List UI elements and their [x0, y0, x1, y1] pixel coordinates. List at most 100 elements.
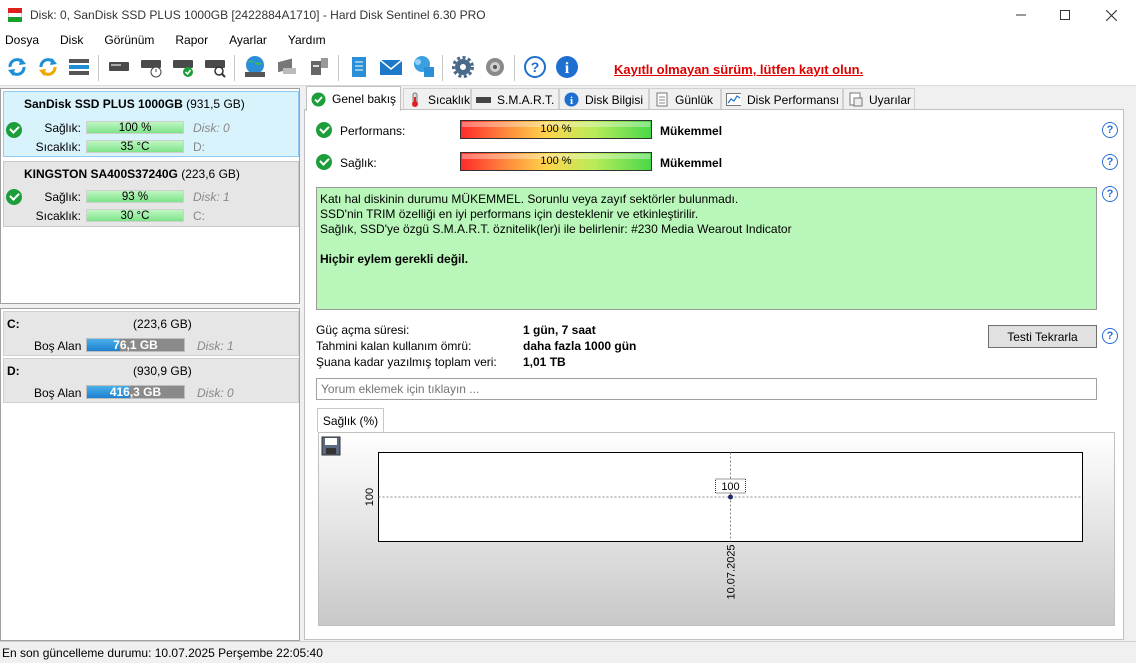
- smart-disk-icon: [476, 92, 491, 107]
- disk-surface-button[interactable]: [274, 54, 300, 80]
- register-link[interactable]: Kayıtlı olmayan sürüm, lütfen kayıt olun…: [614, 62, 863, 77]
- overview-panel: Performans: 100 % Mükemmel ? Sağlık: 100…: [304, 109, 1124, 640]
- volume-letter: D:: [7, 364, 20, 378]
- health-help-icon[interactable]: ?: [1102, 154, 1118, 170]
- lifetime-label: Tahmini kalan kullanım ömrü:: [316, 339, 472, 353]
- tab-label: Günlük: [675, 92, 714, 107]
- disk-search-icon: [205, 60, 226, 78]
- disk-search-button[interactable]: [202, 54, 228, 80]
- menu-help[interactable]: Yardım: [288, 33, 326, 47]
- tab-label: Disk Bilgisi: [585, 92, 644, 107]
- disk-check-button[interactable]: [170, 54, 196, 80]
- tab-alerts[interactable]: Uyarılar: [843, 88, 915, 110]
- disk-schedule-icon: [141, 60, 162, 78]
- retest-button[interactable]: Testi Tekrarla: [988, 325, 1097, 348]
- performance-help-icon[interactable]: ?: [1102, 122, 1118, 138]
- volume-card-c[interactable]: C: (223,6 GB) Boş Alan 76,1 GB Disk: 1: [3, 311, 299, 356]
- refresh-all-icon: [39, 58, 57, 76]
- health-rating: Mükemmel: [660, 156, 723, 170]
- menu-disk[interactable]: Disk: [60, 33, 83, 47]
- report-button[interactable]: [346, 54, 372, 80]
- tab-log[interactable]: Günlük: [649, 88, 721, 110]
- tab-overview[interactable]: Genel bakış: [306, 86, 401, 111]
- comment-input[interactable]: [316, 378, 1097, 400]
- menu-view[interactable]: Görünüm: [104, 33, 154, 47]
- tab-disk-info[interactable]: i Disk Bilgisi: [559, 88, 649, 110]
- health-label: Sağlık:: [340, 156, 377, 170]
- health-gauge: 100 %: [86, 121, 184, 134]
- health-chart: 100 10.07.2025 100: [318, 432, 1115, 626]
- volume-card-d[interactable]: D: (930,9 GB) Boş Alan 416,3 GB Disk: 0: [3, 358, 299, 403]
- health-value: 100 %: [540, 155, 572, 167]
- minimize-button[interactable]: [998, 0, 1044, 30]
- status-bar: En son güncelleme durumu: 10.07.2025 Per…: [0, 641, 1136, 663]
- close-button[interactable]: [1088, 0, 1134, 30]
- disk-info-button[interactable]: [106, 54, 132, 80]
- free-space-value: 76,1 GB: [113, 338, 158, 352]
- email-button[interactable]: [378, 54, 404, 80]
- disk-surface-icon: [278, 58, 296, 74]
- status-help-icon[interactable]: ?: [1102, 186, 1118, 202]
- disk-size: (223,6 GB): [181, 167, 240, 181]
- tab-smart[interactable]: S.M.A.R.T.: [471, 88, 559, 110]
- performance-bar: 100 %: [460, 120, 652, 139]
- tab-health-chart[interactable]: Sağlık (%): [317, 408, 384, 432]
- settings-icon: [452, 56, 474, 78]
- disk-card-kingston[interactable]: KINGSTON SA400S37240G (223,6 GB) Sağlık:…: [3, 161, 299, 227]
- disk-schedule-button[interactable]: [138, 54, 164, 80]
- menu-settings[interactable]: Ayarlar: [229, 33, 267, 47]
- retest-help-icon[interactable]: ?: [1102, 328, 1118, 344]
- disk-backup-button[interactable]: [306, 54, 332, 80]
- maximize-button[interactable]: [1042, 0, 1088, 30]
- help-button[interactable]: ?: [522, 54, 548, 80]
- disk-info-icon: [109, 62, 129, 71]
- disk-check-icon: [173, 60, 193, 77]
- app-logo-icon: [8, 8, 22, 22]
- x-tick-label: 10.07.2025: [726, 544, 738, 599]
- disk-card-sandisk[interactable]: SanDisk SSD PLUS 1000GB (931,5 GB) Sağlı…: [3, 91, 299, 157]
- free-space-label: Boş Alan: [34, 339, 82, 353]
- data-label: 100: [721, 481, 739, 493]
- volume-size: (223,6 GB): [133, 317, 192, 331]
- tab-label: S.M.A.R.T.: [497, 92, 555, 107]
- disk-list-icon: [69, 59, 89, 75]
- settings-button[interactable]: [450, 54, 476, 80]
- volume-disk: Disk: 1: [197, 339, 234, 353]
- sound-button[interactable]: [482, 54, 508, 80]
- lifetime-value: daha fazla 1000 gün: [523, 339, 637, 353]
- disk-number: Disk: 1: [193, 190, 230, 204]
- menu-file[interactable]: Dosya: [5, 33, 39, 47]
- info-icon: i: [556, 56, 578, 78]
- send-report-button[interactable]: [410, 54, 436, 80]
- performance-label: Performans:: [340, 124, 406, 138]
- send-report-icon: [414, 56, 434, 77]
- disk-title: SanDisk SSD PLUS 1000GB (931,5 GB): [24, 97, 245, 111]
- toolbar: ? i: [0, 50, 1136, 86]
- network-button[interactable]: [242, 54, 268, 80]
- refresh-button[interactable]: [4, 54, 30, 80]
- performance-ok-icon: [316, 122, 332, 138]
- disk-list-button[interactable]: [66, 54, 92, 80]
- written-data-label: Şuana kadar yazılmış toplam veri:: [316, 355, 497, 369]
- info-button[interactable]: i: [554, 54, 580, 80]
- temperature-label: Sıcaklık:: [35, 209, 81, 223]
- sound-icon: [486, 58, 504, 76]
- health-bar: 100 %: [460, 152, 652, 171]
- disk-title: KINGSTON SA400S37240G (223,6 GB): [24, 167, 240, 181]
- refresh-all-button[interactable]: [35, 54, 61, 80]
- maximize-icon: [1060, 10, 1070, 20]
- temperature-gauge: 30 °C: [86, 209, 184, 222]
- disk-name: KINGSTON SA400S37240G: [24, 167, 178, 181]
- status-text-box: Katı hal diskinin durumu MÜKEMMEL. Sorun…: [316, 187, 1097, 310]
- tab-temperature[interactable]: Sıcaklık: [403, 88, 471, 110]
- drive-letter: C:: [193, 209, 205, 223]
- free-space-value: 416,3 GB: [109, 385, 162, 399]
- performance-chart-icon: [726, 92, 741, 107]
- tab-disk-performance[interactable]: Disk Performansı: [721, 88, 843, 110]
- tab-label: Uyarılar: [869, 92, 912, 107]
- tab-label: Genel bakış: [332, 92, 397, 106]
- refresh-icon: [8, 58, 26, 76]
- health-label: Sağlık:: [44, 190, 81, 204]
- svg-text:i: i: [570, 95, 573, 107]
- menu-report[interactable]: Rapor: [175, 33, 208, 47]
